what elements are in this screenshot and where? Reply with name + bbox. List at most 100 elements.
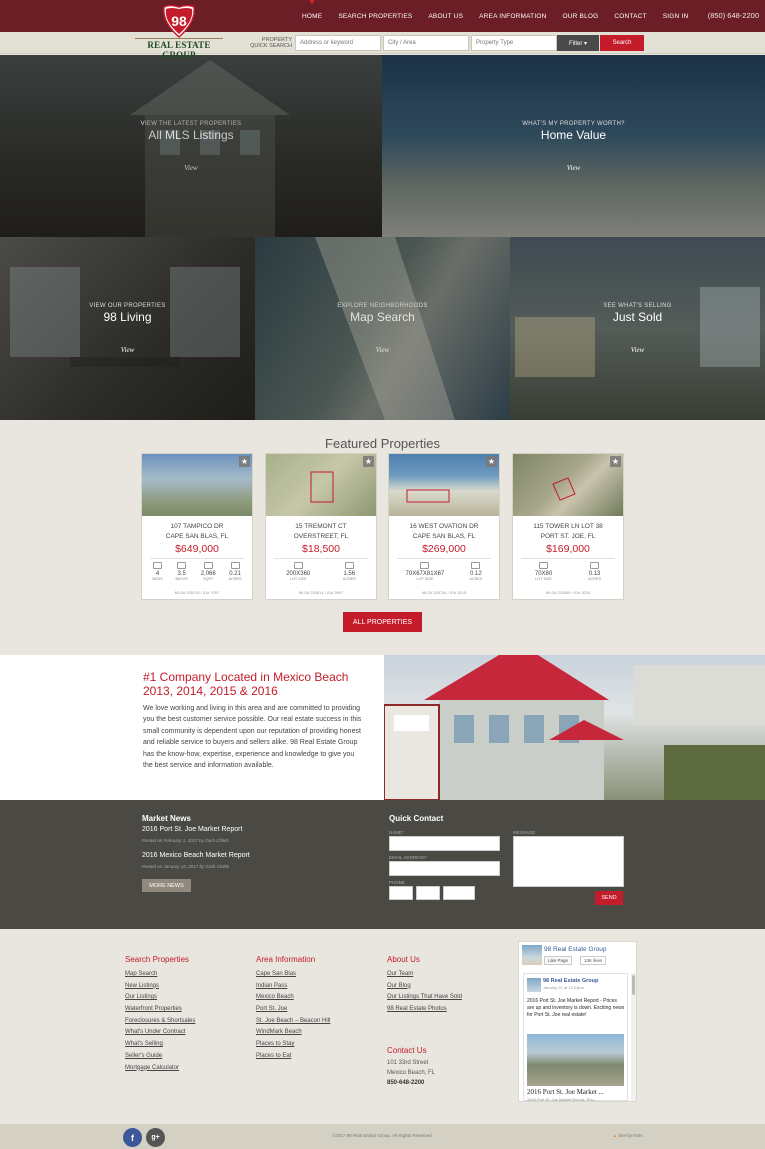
tile-98-living[interactable]: VIEW OUR PROPERTIES 98 Living View bbox=[0, 237, 255, 420]
post-link-title[interactable]: 2016 Port St. Joe Market ... bbox=[527, 1088, 625, 1096]
post-image[interactable] bbox=[527, 1034, 624, 1086]
quick-contact-heading: Quick Contact bbox=[389, 814, 444, 823]
footer-link-map-search[interactable]: Map Search bbox=[125, 971, 195, 977]
news-contact-section: Market News 2016 Port St. Joe Market Rep… bbox=[0, 800, 765, 929]
nav-our-blog[interactable]: OUR BLOG bbox=[562, 13, 598, 20]
about-section: #1 Company Located in Mexico Beach 2013,… bbox=[0, 655, 765, 800]
property-card[interactable]: ★ 15 TREMONT CT OVERSTREET, FL $18,500 20… bbox=[265, 453, 377, 600]
footer-link-under-contract[interactable]: What's Under Contract bbox=[125, 1029, 195, 1035]
favorite-star-icon[interactable]: ★ bbox=[486, 456, 497, 467]
contact-phone[interactable]: 850-648-2200 bbox=[387, 1080, 424, 1086]
nav-search-properties[interactable]: SEARCH PROPERTIES bbox=[338, 13, 412, 20]
footer-link-our-blog[interactable]: Our Blog bbox=[387, 983, 462, 989]
phone-area-code-input[interactable] bbox=[389, 886, 413, 900]
site-credit[interactable]: ▲ Site by KMA bbox=[613, 1133, 644, 1138]
quick-search-bar: PROPERTY QUICK SEARCH Address or keyword… bbox=[0, 32, 765, 54]
footer-heading: About Us bbox=[387, 955, 420, 964]
divider bbox=[274, 558, 368, 559]
facebook-post[interactable]: 98 Real Estate Group January 21 at 12:23… bbox=[523, 973, 628, 1101]
post-text: 2016 Port St. Joe Market Report - Prices… bbox=[527, 998, 625, 1018]
facebook-page-thumbnail[interactable] bbox=[522, 945, 542, 965]
tile-all-mls-listings[interactable]: VIEW THE LATEST PROPERTIES All MLS Listi… bbox=[0, 55, 382, 237]
footer-link-foreclosures[interactable]: Foreclosures & Shortsales bbox=[125, 1018, 195, 1024]
footer-link-cape-san-blas[interactable]: Cape San Blas bbox=[256, 971, 330, 977]
lot-size-icon bbox=[293, 562, 303, 569]
property-photo[interactable] bbox=[513, 454, 623, 516]
favorite-star-icon[interactable]: ★ bbox=[239, 456, 250, 467]
tile-map-search[interactable]: EXPLORE NEIGHBORHOODS Map Search View bbox=[255, 237, 510, 420]
footer-link-windmark-beach[interactable]: WindMark Beach bbox=[256, 1029, 330, 1035]
office-building-icon bbox=[384, 655, 765, 800]
news-meta: Posted on January 12, 2017 by Zach Child… bbox=[142, 864, 230, 869]
filter-button[interactable]: Filter ▾ bbox=[557, 35, 599, 51]
tile-just-sold[interactable]: SEE WHAT'S SELLING Just Sold View bbox=[510, 237, 765, 420]
send-button[interactable]: SEND bbox=[595, 891, 623, 905]
city-area-select[interactable]: City / Area bbox=[383, 35, 469, 51]
post-date: January 21 at 12:23pm bbox=[543, 985, 584, 990]
name-input[interactable] bbox=[389, 836, 500, 851]
address-keyword-input[interactable]: Address or keyword bbox=[295, 35, 381, 51]
message-textarea[interactable] bbox=[513, 836, 624, 887]
more-news-button[interactable]: MORE NEWS bbox=[142, 879, 191, 892]
property-address: 16 WEST OVATION DR CAPE SAN BLAS, FL bbox=[409, 523, 479, 540]
property-photo[interactable] bbox=[266, 454, 376, 516]
site-logo[interactable]: 98 REAL ESTATE GROUP bbox=[135, 4, 223, 60]
nav-sign-in[interactable]: SIGN IN bbox=[663, 13, 689, 20]
property-type-select[interactable]: Property Type bbox=[471, 35, 557, 51]
facebook-like-button[interactable]: Like Page bbox=[544, 956, 573, 965]
news-title[interactable]: 2016 Mexico Beach Market Report bbox=[142, 852, 250, 859]
nav-contact[interactable]: CONTACT bbox=[614, 13, 646, 20]
footer-link-st-joe-beach[interactable]: St. Joe Beach – Beacon Hill bbox=[256, 1018, 330, 1024]
name-label: NAME* bbox=[389, 830, 404, 835]
all-properties-button[interactable]: ALL PROPERTIES bbox=[343, 612, 422, 632]
phone-line-input[interactable] bbox=[443, 886, 475, 900]
facebook-page-name[interactable]: 98 Real Estate Group bbox=[544, 946, 607, 953]
news-title[interactable]: 2016 Port St. Joe Market Report bbox=[142, 826, 242, 833]
post-author[interactable]: 98 Real Estate Group bbox=[543, 978, 598, 984]
search-button[interactable]: Search bbox=[600, 35, 644, 51]
property-price: $169,000 bbox=[546, 543, 590, 555]
email-input[interactable] bbox=[389, 861, 500, 876]
footer-link-our-listings[interactable]: Our Listings bbox=[125, 994, 195, 1000]
property-card[interactable]: ★ 107 TAMPICO DR CAPE SAN BLAS, FL $649,0… bbox=[141, 453, 253, 600]
header-phone[interactable]: (850) 648-2200 bbox=[708, 11, 759, 20]
footer-link-new-listings[interactable]: New Listings bbox=[125, 983, 195, 989]
facebook-likes-count: 13K likes bbox=[580, 956, 607, 965]
baths-stat: 3.5 BATHS bbox=[176, 562, 188, 581]
scrollbar-thumb[interactable] bbox=[632, 975, 635, 995]
footer-link-photos[interactable]: 98 Real Estate Photos bbox=[387, 1006, 462, 1012]
property-card[interactable]: ★ 16 WEST OVATION DR CAPE SAN BLAS, FL $2… bbox=[388, 453, 500, 600]
news-item[interactable]: 2016 Mexico Beach Market Report Posted o… bbox=[142, 852, 250, 869]
favorite-star-icon[interactable]: ★ bbox=[363, 456, 374, 467]
top-navigation-bar: HOME SEARCH PROPERTIES ABOUT US AREA INF… bbox=[0, 0, 765, 32]
tile-home-value[interactable]: WHAT'S MY PROPERTY WORTH? Home Value Vie… bbox=[382, 55, 765, 237]
footer-link-port-st-joe[interactable]: Port St. Joe bbox=[256, 1006, 330, 1012]
footer-link-mexico-beach[interactable]: Mexico Beach bbox=[256, 994, 330, 1000]
facebook-scrollbar[interactable] bbox=[631, 973, 636, 1101]
news-item[interactable]: 2016 Port St. Joe Market Report Posted o… bbox=[142, 826, 242, 843]
nav-home[interactable]: HOME bbox=[302, 0, 322, 20]
footer-link-mortgage-calculator[interactable]: Mortgage Calculator bbox=[125, 1065, 195, 1071]
tile-view-link[interactable]: View bbox=[567, 164, 580, 172]
office-photo bbox=[384, 655, 765, 800]
footer-link-places-to-stay[interactable]: Places to Stay bbox=[256, 1041, 330, 1047]
nav-area-information[interactable]: AREA INFORMATION bbox=[479, 13, 546, 20]
lot-outline-icon bbox=[406, 489, 450, 503]
property-photo[interactable] bbox=[142, 454, 252, 516]
footer-link-indian-pass[interactable]: Indian Pass bbox=[256, 983, 330, 989]
favorite-star-icon[interactable]: ★ bbox=[610, 456, 621, 467]
footer-link-waterfront[interactable]: Waterfront Properties bbox=[125, 1006, 195, 1012]
footer-link-sold-listings[interactable]: Our Listings That Have Sold bbox=[387, 994, 462, 1000]
footer-link-places-to-eat[interactable]: Places to Eat bbox=[256, 1053, 330, 1059]
nav-about-us[interactable]: ABOUT US bbox=[428, 13, 463, 20]
footer-search-properties: Search Properties Map Search New Listing… bbox=[125, 955, 195, 1076]
phone-prefix-input[interactable] bbox=[416, 886, 440, 900]
footer-link-our-team[interactable]: Our Team bbox=[387, 971, 462, 977]
property-card[interactable]: ★ 115 TOWER LN LOT 38 PORT ST. JOE, FL $1… bbox=[512, 453, 624, 600]
facebook-page-widget[interactable]: 98 Real Estate Group Like Page 13K likes… bbox=[518, 941, 637, 1102]
sqft-stat: 2,066 SQFT bbox=[201, 562, 216, 581]
footer-link-sellers-guide[interactable]: Seller's Guide bbox=[125, 1053, 195, 1059]
tile-title: Home Value bbox=[540, 127, 607, 142]
footer-link-whats-selling[interactable]: What's Selling bbox=[125, 1041, 195, 1047]
property-photo[interactable] bbox=[389, 454, 499, 516]
